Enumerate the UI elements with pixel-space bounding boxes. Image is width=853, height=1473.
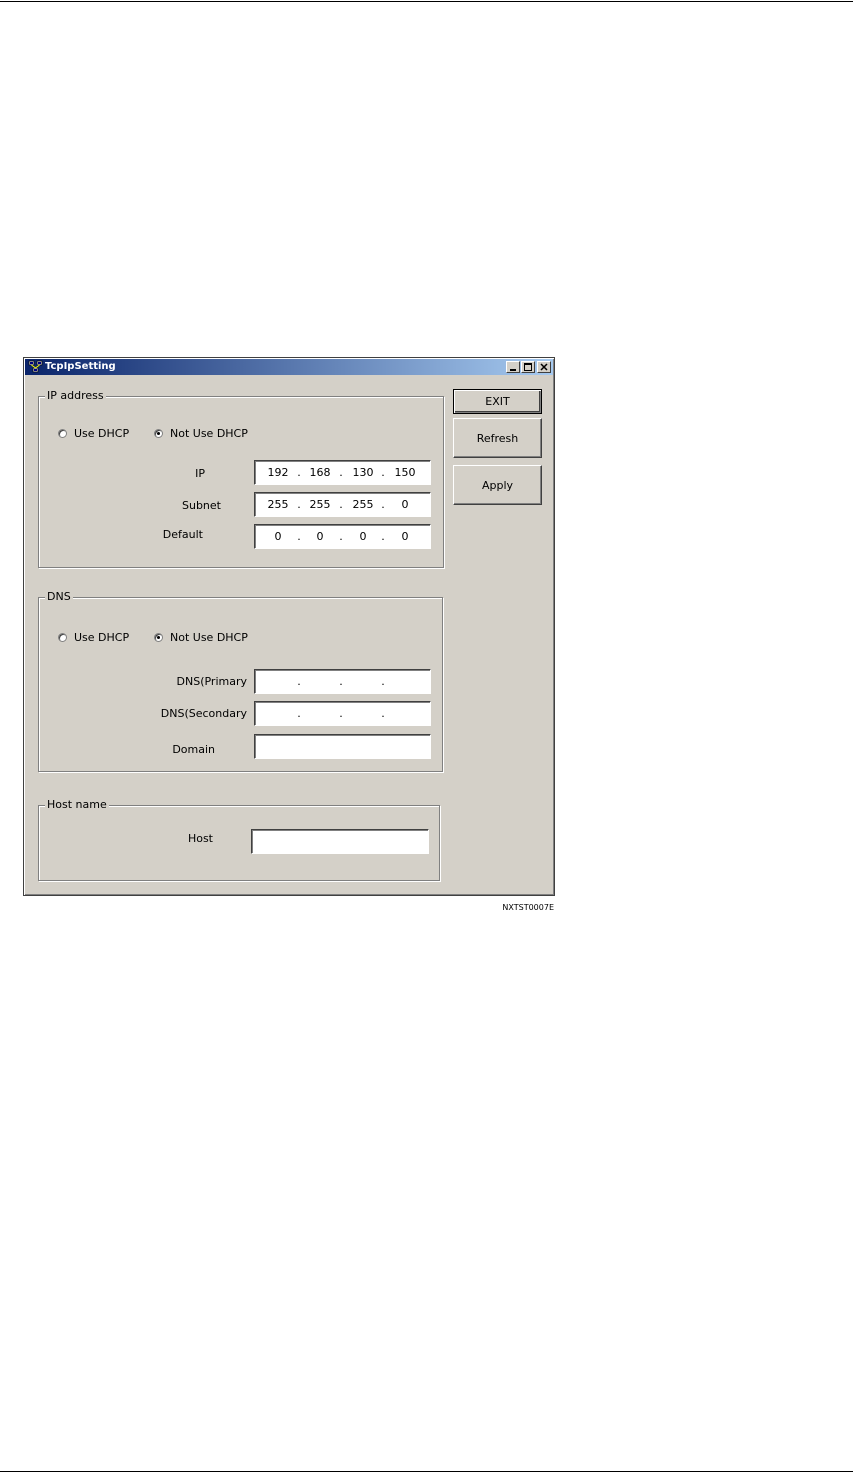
dns-not-use-dhcp-label: Not Use DHCP (170, 631, 248, 644)
host-name-group-title: Host name (45, 798, 109, 812)
radio-circle (58, 633, 67, 642)
default-octet-3: 0 (359, 530, 367, 543)
ip-octet-4: 150 (394, 466, 416, 479)
default-dot: . (339, 530, 343, 543)
dns-use-dhcp-label: Use DHCP (74, 631, 130, 644)
maximize-button[interactable] (521, 361, 535, 373)
ip-octet-1: 192 (267, 466, 289, 479)
exit-button[interactable]: EXIT (453, 389, 542, 414)
dns-secondary-label: DNS(Secondary (160, 707, 247, 720)
dns-primary-dot: . (339, 675, 343, 688)
subnet-dot: . (297, 498, 301, 511)
radio-circle (58, 429, 67, 438)
dns-primary-field[interactable]: . . . (254, 669, 431, 694)
default-gateway-field[interactable]: 0 . 0 . 0 . 0 (254, 524, 431, 549)
close-button[interactable] (537, 361, 551, 373)
host-input[interactable] (251, 829, 429, 854)
host-name-group: Host name Host (38, 798, 440, 881)
ip-dot: . (339, 466, 343, 479)
ip-dot: . (381, 466, 385, 479)
domain-label: Domain (172, 743, 215, 756)
subnet-dot: . (381, 498, 385, 511)
network-computers-icon (28, 360, 43, 373)
ip-field[interactable]: 192 . 168 . 130 . 150 (254, 460, 431, 485)
window-title: TcpIpSetting (45, 361, 116, 372)
default-dot: . (297, 530, 301, 543)
dns-primary-dot: . (381, 675, 385, 688)
ip-dot: . (297, 466, 301, 479)
minimize-icon (510, 369, 516, 371)
page-bottom-rule (0, 1471, 853, 1472)
default-label: Default (162, 528, 203, 541)
subnet-octet-4: 0 (401, 498, 409, 511)
host-label: Host (187, 832, 213, 845)
ip-octet-2: 168 (309, 466, 331, 479)
dns-group-title: DNS (45, 590, 73, 604)
tcpip-setting-window: TcpIpSetting EXIT Refresh Apply IP addre… (23, 357, 555, 896)
minimize-button[interactable] (506, 361, 520, 373)
default-octet-2: 0 (316, 530, 324, 543)
default-octet-1: 0 (274, 530, 282, 543)
subnet-field[interactable]: 255 . 255 . 255 . 0 (254, 492, 431, 517)
dns-secondary-dot: . (297, 707, 301, 720)
default-dot: . (381, 530, 385, 543)
ip-address-group-title: IP address (45, 389, 106, 403)
subnet-octet-1: 255 (267, 498, 289, 511)
subnet-dot: . (339, 498, 343, 511)
subnet-label: Subnet (182, 499, 221, 512)
subnet-octet-2: 255 (309, 498, 331, 511)
subnet-octet-3: 255 (352, 498, 374, 511)
figure-id-label: NXTST0007E (502, 903, 554, 912)
dns-secondary-dot: . (381, 707, 385, 720)
ip-label: IP (195, 467, 205, 480)
default-octet-4: 0 (401, 530, 409, 543)
dns-primary-label: DNS(Primary (176, 675, 247, 688)
title-bar[interactable]: TcpIpSetting (25, 359, 553, 375)
radio-circle-checked (154, 429, 163, 438)
ip-not-use-dhcp-label: Not Use DHCP (170, 427, 248, 440)
refresh-button[interactable]: Refresh (453, 418, 542, 458)
ip-octet-3: 130 (352, 466, 374, 479)
apply-button[interactable]: Apply (453, 465, 542, 505)
maximize-icon (524, 363, 532, 371)
dns-group: DNS Use DHCP Not Use DHCP DNS(Primary . … (38, 590, 443, 772)
ip-use-dhcp-label: Use DHCP (74, 427, 130, 440)
ip-address-group: IP address Use DHCP Not Use DHCP IP 192 … (38, 389, 444, 568)
dns-primary-dot: . (297, 675, 301, 688)
dns-secondary-field[interactable]: . . . (254, 701, 431, 726)
radio-circle-checked (154, 633, 163, 642)
close-icon (540, 363, 548, 371)
page-top-rule (0, 1, 853, 2)
domain-input[interactable] (254, 734, 431, 759)
dns-secondary-dot: . (339, 707, 343, 720)
